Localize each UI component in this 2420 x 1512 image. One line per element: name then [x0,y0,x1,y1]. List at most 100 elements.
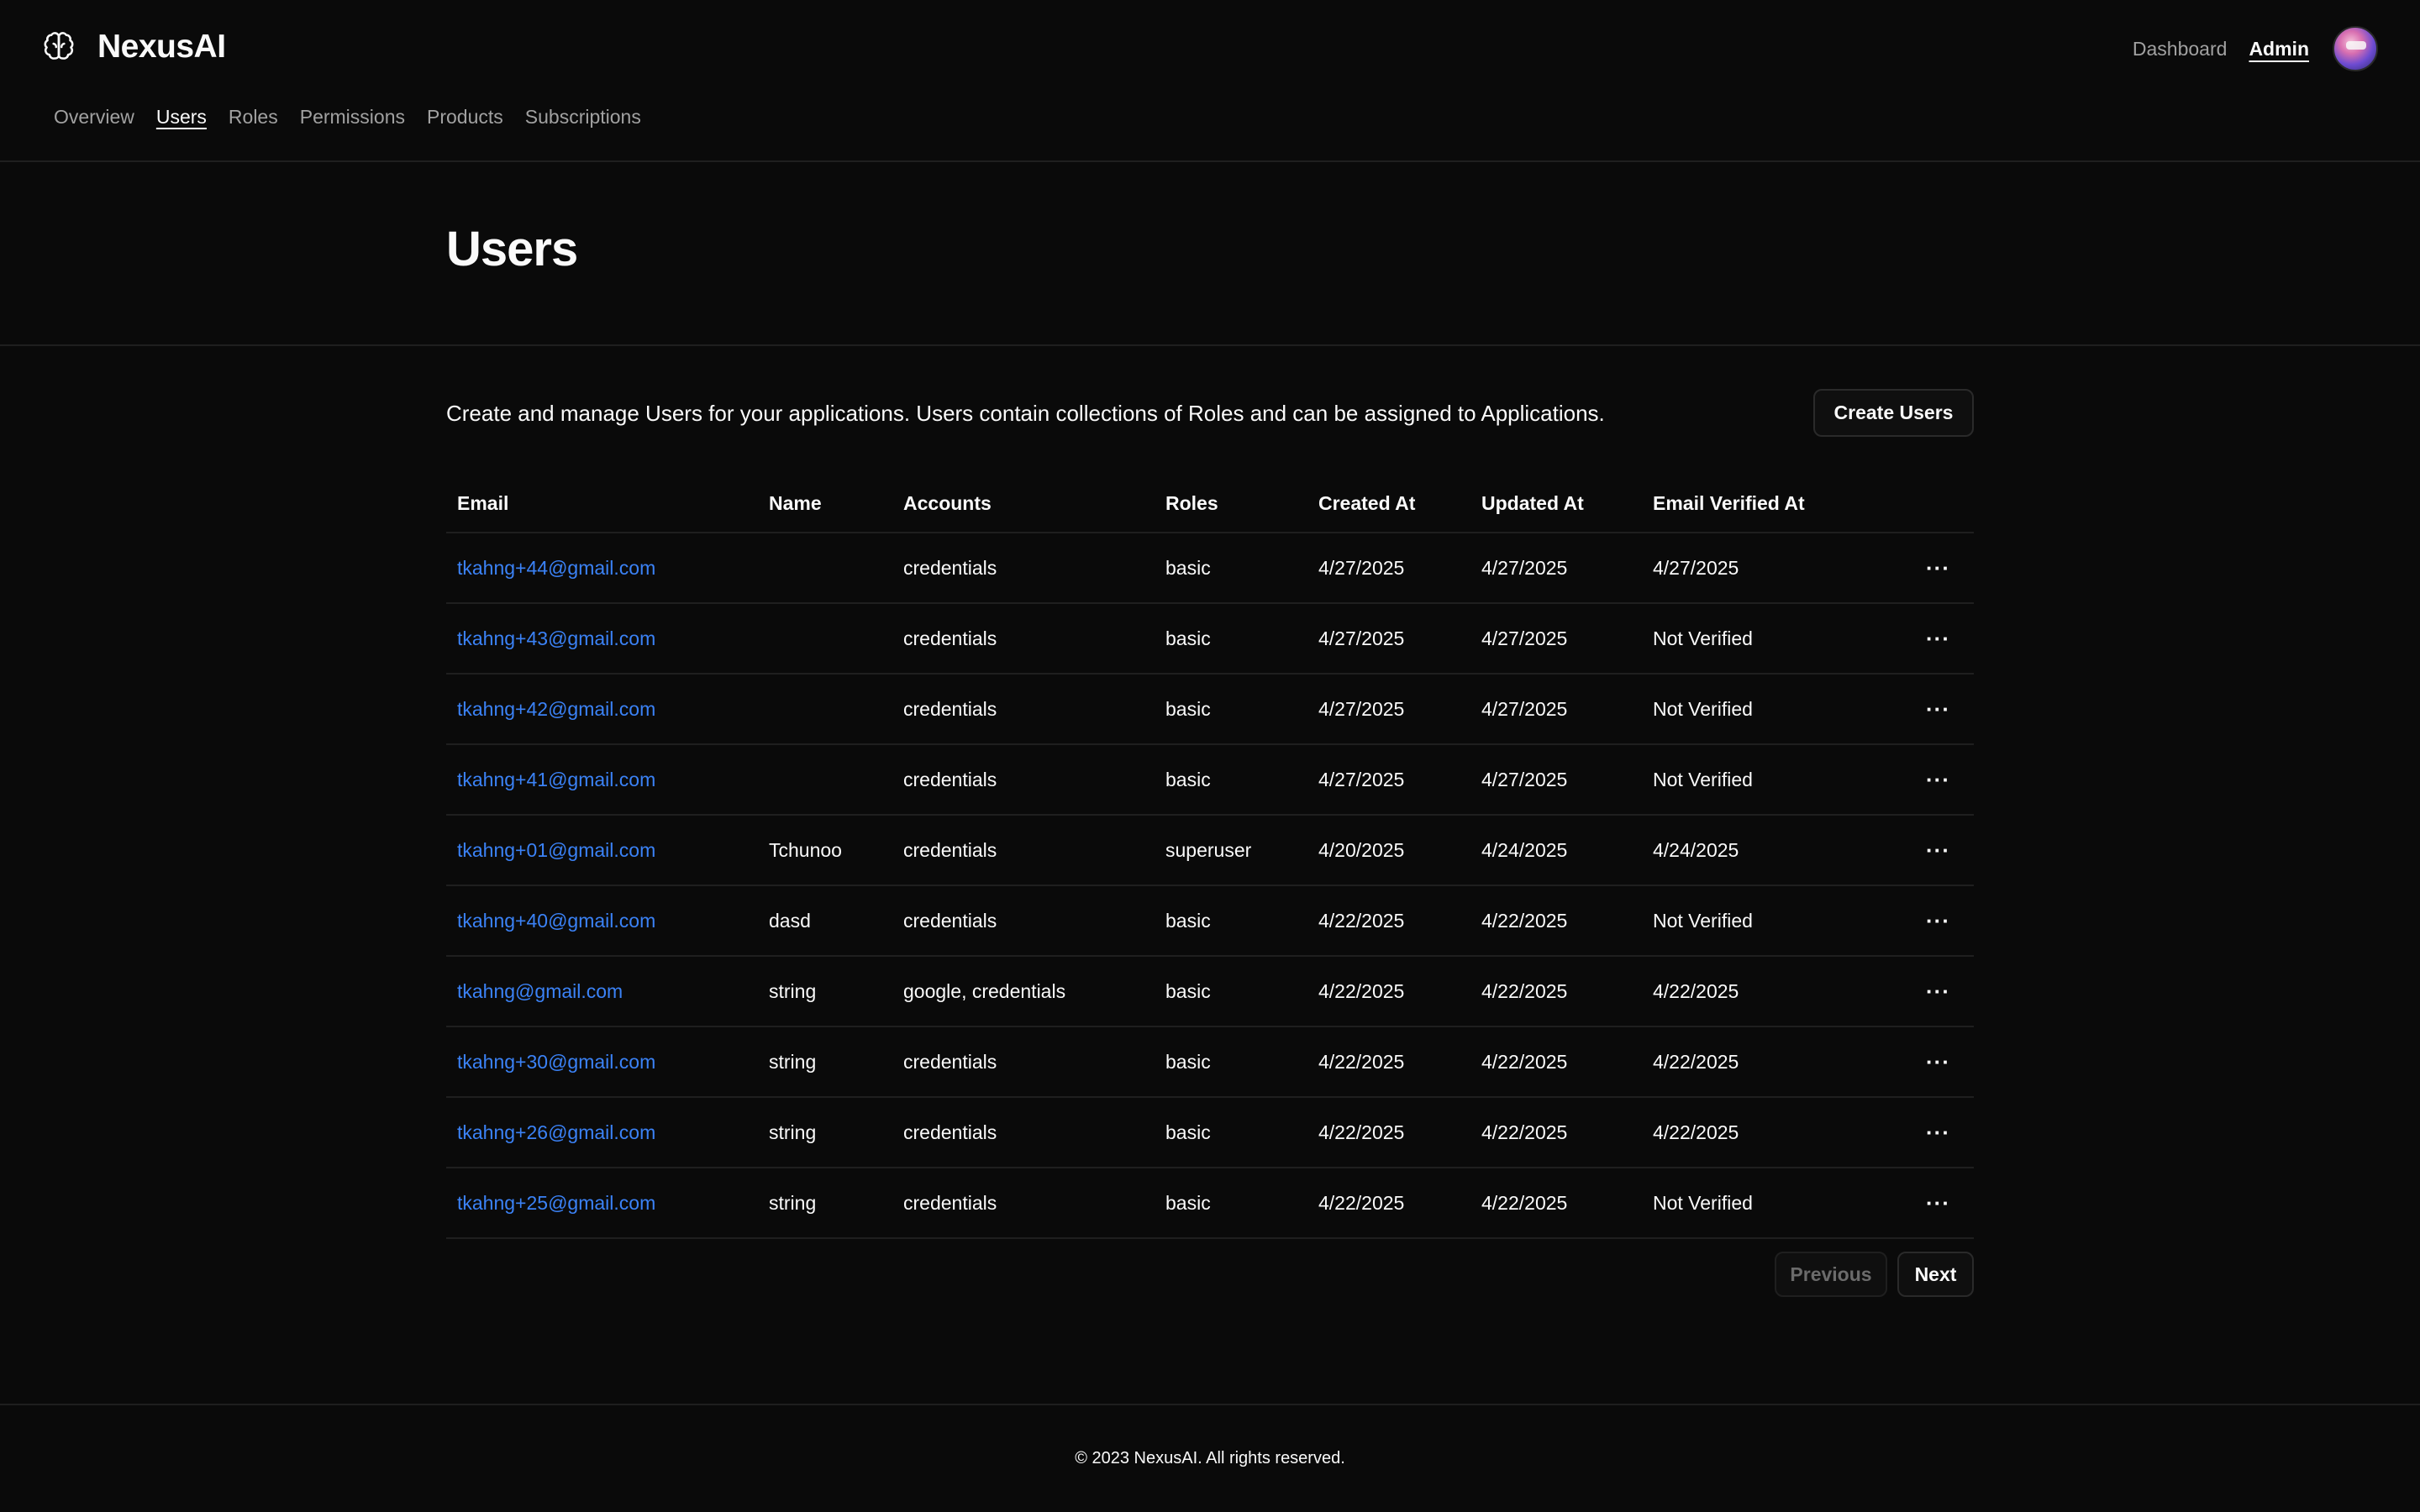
row-actions-menu-icon[interactable]: ··· [1876,1168,1974,1239]
cell-created-at: 4/27/2025 [1307,674,1470,745]
row-actions-menu-icon[interactable]: ··· [1876,885,1974,957]
cell-roles: basic [1155,1026,1307,1098]
tab-permissions[interactable]: Permissions [300,106,405,129]
cell-email[interactable]: tkahng@gmail.com [446,956,758,1027]
cell-updated-at: 4/27/2025 [1470,533,1642,604]
column-header-name[interactable]: Name [758,475,892,533]
cell-updated-at: 4/27/2025 [1470,674,1642,745]
row-actions-menu-icon[interactable]: ··· [1876,815,1974,886]
table-row[interactable]: tkahng+30@gmail.com string credentials basi… [446,1026,1974,1098]
avatar[interactable] [2333,26,2378,71]
cell-accounts: google, credentials [892,956,1155,1027]
cell-created-at: 4/22/2025 [1307,1097,1470,1168]
cell-created-at: 4/22/2025 [1307,1168,1470,1239]
create-users-button[interactable]: Create Users [1813,389,1974,437]
table-row[interactable]: tkahng+01@gmail.com Tchunoo credentials sup… [446,815,1974,886]
cell-updated-at: 4/24/2025 [1470,815,1642,886]
cell-name: Tchunoo [758,815,892,886]
cell-accounts: credentials [892,1026,1155,1098]
cell-email-verified-at: 4/27/2025 [1642,533,1876,604]
cell-updated-at: 4/22/2025 [1470,885,1642,957]
cell-name: string [758,1026,892,1098]
next-page-button[interactable]: Next [1897,1252,1974,1297]
tab-roles[interactable]: Roles [229,106,278,129]
table-row[interactable]: tkahng+25@gmail.com string credentials basi… [446,1168,1974,1239]
tab-products[interactable]: Products [427,106,503,129]
row-actions-menu-icon[interactable]: ··· [1876,1026,1974,1098]
cell-email[interactable]: tkahng+41@gmail.com [446,744,758,816]
table-row[interactable]: tkahng+43@gmail.com credentials basic 4/27/… [446,603,1974,675]
cell-email[interactable]: tkahng+42@gmail.com [446,674,758,745]
cell-email-verified-at: 4/22/2025 [1642,1026,1876,1098]
admin-link[interactable]: Admin [2249,38,2309,60]
cell-email-verified-at: Not Verified [1642,1168,1876,1239]
cell-created-at: 4/27/2025 [1307,744,1470,816]
dashboard-link[interactable]: Dashboard [2133,38,2228,60]
cell-accounts: credentials [892,744,1155,816]
table-row[interactable]: tkahng+41@gmail.com credentials basic 4/27/… [446,744,1974,816]
cell-email-verified-at: Not Verified [1642,885,1876,957]
cell-email[interactable]: tkahng+44@gmail.com [446,533,758,604]
cell-updated-at: 4/27/2025 [1470,744,1642,816]
cell-email[interactable]: tkahng+43@gmail.com [446,603,758,675]
cell-email-verified-at: 4/22/2025 [1642,1097,1876,1168]
row-actions-menu-icon[interactable]: ··· [1876,674,1974,745]
cell-email[interactable]: tkahng+30@gmail.com [446,1026,758,1098]
cell-name [758,533,892,604]
cell-email[interactable]: tkahng+01@gmail.com [446,815,758,886]
cell-created-at: 4/22/2025 [1307,885,1470,957]
top-nav: Dashboard Admin [2133,25,2378,72]
column-header-email-verified-at[interactable]: Email Verified At [1642,475,1876,533]
cell-roles: basic [1155,674,1307,745]
row-actions-menu-icon[interactable]: ··· [1876,533,1974,604]
footer: © 2023 NexusAI. All rights reserved. [0,1404,2420,1512]
cell-email-verified-at: 4/22/2025 [1642,956,1876,1027]
row-actions-menu-icon[interactable]: ··· [1876,956,1974,1027]
column-header-created-at[interactable]: Created At [1307,475,1470,533]
cell-roles: basic [1155,885,1307,957]
cell-name: string [758,956,892,1027]
cell-email[interactable]: tkahng+40@gmail.com [446,885,758,957]
previous-page-button[interactable]: Previous [1775,1252,1887,1297]
table-row[interactable]: tkahng@gmail.com string google, credential… [446,956,1974,1027]
cell-accounts: credentials [892,1168,1155,1239]
cell-accounts: credentials [892,603,1155,675]
table-row[interactable]: tkahng+26@gmail.com string credentials basi… [446,1097,1974,1168]
cell-accounts: credentials [892,1097,1155,1168]
cell-roles: basic [1155,956,1307,1027]
table-row[interactable]: tkahng+44@gmail.com credentials basic 4/27/… [446,533,1974,604]
column-header-roles[interactable]: Roles [1155,475,1307,533]
tab-subscriptions[interactable]: Subscriptions [525,106,641,129]
admin-subnav: Overview Users Roles Permissions Product… [54,106,663,129]
row-actions-menu-icon[interactable]: ··· [1876,603,1974,675]
cell-roles: basic [1155,1097,1307,1168]
row-actions-menu-icon[interactable]: ··· [1876,744,1974,816]
brand[interactable]: NexusAI [42,29,226,66]
cell-created-at: 4/22/2025 [1307,1026,1470,1098]
table-row[interactable]: tkahng+42@gmail.com credentials basic 4/27/… [446,674,1974,745]
cell-name [758,603,892,675]
description-row: Create and manage Users for your applica… [446,389,1974,437]
cell-email-verified-at: Not Verified [1642,603,1876,675]
cell-roles: superuser [1155,815,1307,886]
cell-accounts: credentials [892,533,1155,604]
cell-name [758,674,892,745]
column-header-accounts[interactable]: Accounts [892,475,1155,533]
cell-email[interactable]: tkahng+26@gmail.com [446,1097,758,1168]
column-header-updated-at[interactable]: Updated At [1470,475,1642,533]
table-row[interactable]: tkahng+40@gmail.com dasd credentials basic 4… [446,885,1974,957]
cell-updated-at: 4/22/2025 [1470,1168,1642,1239]
row-actions-menu-icon[interactable]: ··· [1876,1097,1974,1168]
tab-users[interactable]: Users [156,106,207,129]
tab-overview[interactable]: Overview [54,106,134,129]
cell-name: dasd [758,885,892,957]
cell-created-at: 4/20/2025 [1307,815,1470,886]
pagination: Previous Next [1775,1252,1974,1297]
column-header-email[interactable]: Email [446,475,758,533]
cell-roles: basic [1155,744,1307,816]
cell-email-verified-at: Not Verified [1642,674,1876,745]
page-title-band: Users [0,162,2420,346]
cell-email[interactable]: tkahng+25@gmail.com [446,1168,758,1239]
cell-roles: basic [1155,603,1307,675]
page-title: Users [446,222,578,276]
